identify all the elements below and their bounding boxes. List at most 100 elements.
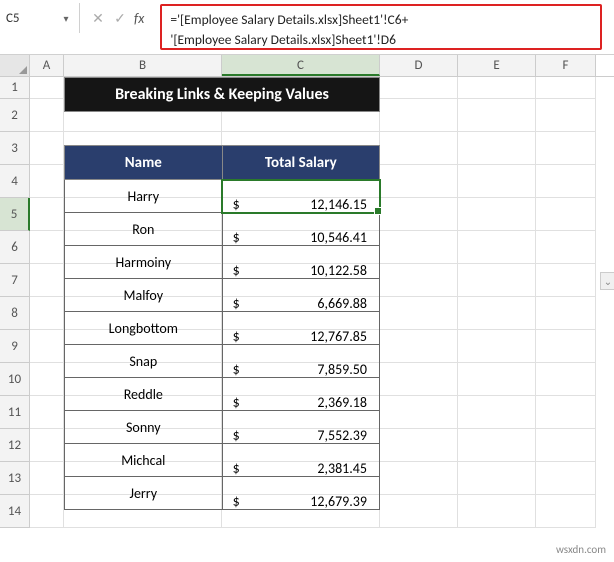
cell[interactable] <box>380 231 458 264</box>
cell-name[interactable]: Ron <box>65 213 223 246</box>
cell[interactable] <box>536 363 596 396</box>
cell[interactable] <box>536 165 596 198</box>
cell[interactable] <box>536 462 596 495</box>
cell-name[interactable]: Harmoiny <box>65 246 223 279</box>
cell[interactable] <box>536 264 596 297</box>
cell-salary[interactable]: $10,122.58 <box>222 246 379 279</box>
cell-salary-selected[interactable]: $12,146.15 <box>222 180 379 213</box>
cell[interactable] <box>536 77 596 99</box>
cell[interactable] <box>536 198 596 231</box>
cell-salary[interactable]: $12,767.85 <box>222 312 379 345</box>
row-header[interactable]: 4 <box>0 165 30 198</box>
chevron-down-icon[interactable]: ▾ <box>59 12 73 25</box>
row-header[interactable]: 3 <box>0 132 30 165</box>
row-header[interactable]: 13 <box>0 462 30 495</box>
cell[interactable] <box>380 132 458 165</box>
cell[interactable] <box>380 462 458 495</box>
cell-name[interactable]: Jerry <box>65 477 223 510</box>
cell[interactable] <box>380 429 458 462</box>
fx-icon[interactable]: fx <box>134 10 144 27</box>
cell-salary[interactable]: $7,859.50 <box>222 345 379 378</box>
cell-name[interactable]: Snap <box>65 345 223 378</box>
column-header-E[interactable]: E <box>458 55 536 76</box>
row-header[interactable]: 1 <box>0 77 30 99</box>
cell[interactable] <box>380 495 458 528</box>
row-header[interactable]: 7 <box>0 264 30 297</box>
cell[interactable] <box>458 429 536 462</box>
cell[interactable] <box>536 396 596 429</box>
row-header[interactable]: 11 <box>0 396 30 429</box>
cell[interactable] <box>30 77 64 99</box>
cell-salary[interactable]: $2,381.45 <box>222 444 379 477</box>
cell[interactable] <box>380 198 458 231</box>
cell[interactable] <box>30 495 64 528</box>
cell-name[interactable]: Longbottom <box>65 312 223 345</box>
row-header[interactable]: 5 <box>0 198 30 231</box>
cell[interactable] <box>30 363 64 396</box>
cell[interactable] <box>380 297 458 330</box>
cell[interactable] <box>30 396 64 429</box>
cell[interactable] <box>30 165 64 198</box>
formula-input[interactable]: ='[Employee Salary Details.xlsx]Sheet1'!… <box>160 4 602 50</box>
cell[interactable] <box>458 231 536 264</box>
cell[interactable] <box>380 396 458 429</box>
cell[interactable] <box>380 264 458 297</box>
cell[interactable] <box>30 297 64 330</box>
cell[interactable] <box>458 264 536 297</box>
cell[interactable] <box>536 231 596 264</box>
column-header-B[interactable]: B <box>64 55 222 76</box>
cell[interactable] <box>458 132 536 165</box>
cell[interactable] <box>30 231 64 264</box>
cell[interactable] <box>30 99 64 132</box>
cell-name[interactable]: Harry <box>65 180 223 213</box>
cancel-icon[interactable]: ✕ <box>90 10 106 27</box>
header-name[interactable]: Name <box>65 146 223 180</box>
cell[interactable] <box>380 330 458 363</box>
row-header[interactable]: 2 <box>0 99 30 132</box>
cell[interactable] <box>458 396 536 429</box>
cell-name[interactable]: Reddle <box>65 378 223 411</box>
cell-salary[interactable]: $6,669.88 <box>222 279 379 312</box>
cell[interactable] <box>458 330 536 363</box>
cell[interactable] <box>458 99 536 132</box>
row-header[interactable]: 8 <box>0 297 30 330</box>
cell-name[interactable]: Malfoy <box>65 279 223 312</box>
check-icon[interactable]: ✓ <box>112 10 128 27</box>
select-all-corner[interactable] <box>0 55 30 76</box>
row-header[interactable]: 14 <box>0 495 30 528</box>
cell[interactable] <box>30 264 64 297</box>
cell[interactable] <box>536 330 596 363</box>
column-header-C[interactable]: C <box>222 55 380 76</box>
cell[interactable] <box>30 429 64 462</box>
cell[interactable] <box>536 297 596 330</box>
row-header[interactable]: 9 <box>0 330 30 363</box>
cell[interactable] <box>536 495 596 528</box>
cell[interactable] <box>30 198 64 231</box>
cell[interactable] <box>30 132 64 165</box>
cell[interactable] <box>458 495 536 528</box>
cell[interactable] <box>458 77 536 99</box>
cell[interactable] <box>458 363 536 396</box>
cell[interactable] <box>30 462 64 495</box>
cell[interactable] <box>536 429 596 462</box>
name-box[interactable]: C5 ▾ <box>0 3 80 33</box>
cell-salary[interactable]: $12,679.39 <box>222 477 379 510</box>
cell[interactable] <box>30 330 64 363</box>
column-header-A[interactable]: A <box>30 55 64 76</box>
cell-name[interactable]: Sonny <box>65 411 223 444</box>
cell[interactable] <box>536 99 596 132</box>
cell[interactable] <box>458 297 536 330</box>
cell-salary[interactable]: $10,546.41 <box>222 213 379 246</box>
cell[interactable] <box>380 363 458 396</box>
row-header[interactable]: 10 <box>0 363 30 396</box>
cell-salary[interactable]: $7,552.39 <box>222 411 379 444</box>
column-header-D[interactable]: D <box>380 55 458 76</box>
cell-salary[interactable]: $2,369.18 <box>222 378 379 411</box>
row-header[interactable]: 6 <box>0 231 30 264</box>
header-salary[interactable]: Total Salary <box>222 146 379 180</box>
cell[interactable] <box>380 99 458 132</box>
column-header-F[interactable]: F <box>536 55 596 76</box>
cell[interactable] <box>458 165 536 198</box>
cell-name[interactable]: Michcal <box>65 444 223 477</box>
cell[interactable] <box>380 165 458 198</box>
